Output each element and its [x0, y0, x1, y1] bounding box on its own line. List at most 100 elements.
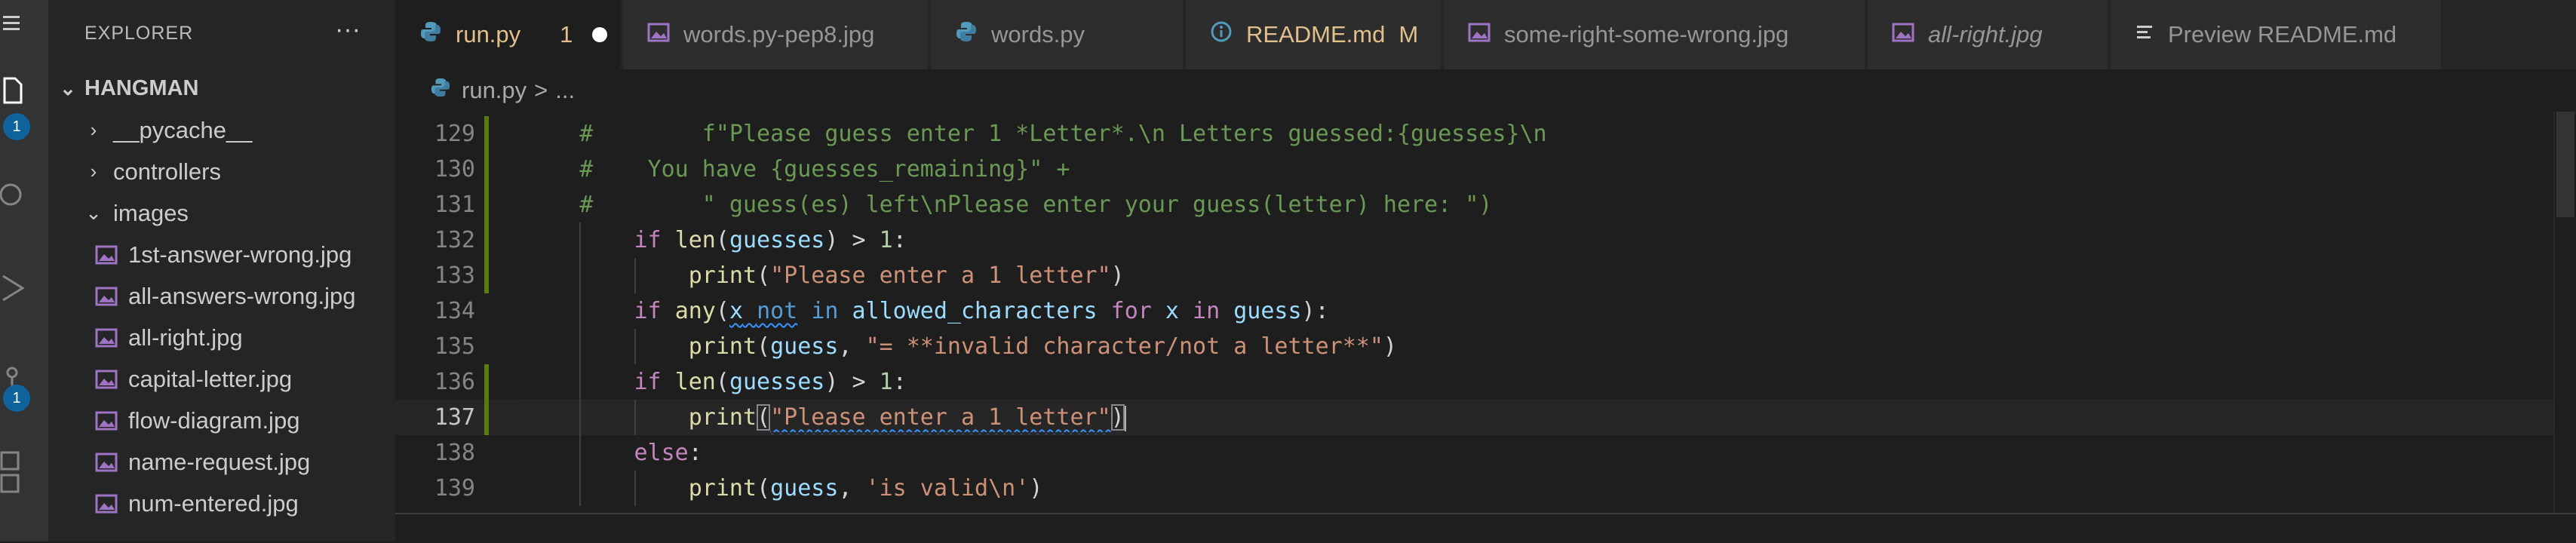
tab-label: words.py-pep8.jpg: [683, 21, 875, 48]
folder-controllers[interactable]: › controllers: [48, 151, 395, 192]
file-num-entered[interactable]: num-entered.jpg: [48, 483, 395, 524]
code-token: "Please enter a 1 letter": [770, 262, 1111, 289]
file-1st-answer-wrong[interactable]: 1st-answer-wrong.jpg: [48, 234, 395, 275]
tab-run-py[interactable]: run.py 1: [395, 0, 622, 69]
code-token: if: [634, 369, 662, 395]
code-token: "= **invalid character/not a letter**": [865, 333, 1383, 360]
code-token: else: [634, 440, 689, 466]
image-file-icon: [95, 287, 118, 305]
code-token: if: [634, 298, 662, 324]
tab-label: all-right.jpg: [1928, 21, 2043, 48]
tab-label: README.md: [1246, 21, 1386, 48]
menu-icon[interactable]: [0, 11, 26, 36]
preview-icon: [2135, 21, 2154, 48]
tree-item-label: controllers: [113, 158, 221, 185]
image-file-icon: [95, 370, 118, 388]
tab-words-py[interactable]: words.py: [931, 0, 1184, 69]
code-token: # You have {guesses_remaining}" +: [525, 156, 1070, 183]
scrollbar-thumb[interactable]: [2556, 112, 2574, 217]
chevron-right-icon: ›: [90, 118, 97, 141]
breadcrumb-file[interactable]: run.py: [462, 77, 527, 104]
code-line[interactable]: 131 # " guess(es) left\nPlease enter you…: [395, 187, 2576, 222]
breadcrumb-separator: >: [534, 77, 548, 103]
code-line[interactable]: 129 # f"Please guess enter 1 *Letter*.\n…: [395, 116, 2576, 152]
folder-hangman[interactable]: ⌄ HANGMAN: [48, 68, 395, 109]
image-icon: [647, 21, 670, 48]
code-token: for: [1110, 298, 1152, 324]
folder-images[interactable]: ⌄ images: [48, 192, 395, 234]
bottom-panel: [395, 513, 2576, 543]
file-name-request[interactable]: name-request.jpg: [48, 441, 395, 483]
git-modified-indicator: M: [1399, 21, 1419, 48]
unsaved-dot-icon[interactable]: [592, 27, 608, 42]
tab-all-right-jpg-preview[interactable]: all-right.jpg: [1868, 0, 2109, 69]
code-line[interactable]: 138 else:: [395, 435, 2576, 471]
line-number: 134: [434, 298, 475, 324]
code-token: guess: [1233, 298, 1302, 324]
tab-preview-readme[interactable]: Preview README.md: [2111, 0, 2442, 69]
code-token: (: [757, 404, 771, 431]
code-line[interactable]: 130 # You have {guesses_remaining}" +: [395, 152, 2576, 187]
editor-scrollbar[interactable]: [2553, 112, 2576, 513]
explorer-icon[interactable]: [0, 75, 26, 109]
run-debug-icon[interactable]: [0, 272, 26, 305]
explorer-badge: 1: [3, 113, 30, 140]
code-editor[interactable]: 129 # f"Please guess enter 1 *Letter*.\n…: [395, 112, 2576, 513]
file-flow-diagram[interactable]: flow-diagram.jpg: [48, 400, 395, 441]
code-token: "Please enter a 1 letter": [770, 404, 1111, 431]
breadcrumb-symbols[interactable]: ...: [555, 77, 575, 104]
image-file-icon: [95, 411, 118, 430]
line-number: 137: [434, 404, 475, 431]
code-text: # You have {guesses_remaining}" +: [525, 152, 1070, 187]
python-icon: [419, 20, 442, 49]
code-line[interactable]: 135 print(guess, "= **invalid character/…: [395, 329, 2576, 364]
git-added-gutter-mark: [484, 364, 489, 400]
tree-item-label: all-answers-wrong.jpg: [128, 282, 356, 309]
code-token: (: [715, 369, 729, 395]
code-token: print: [688, 475, 757, 502]
tab-some-right-some-wrong-jpg[interactable]: some-right-some-wrong.jpg: [1444, 0, 1866, 69]
folder-pycache[interactable]: › __pycache__: [48, 109, 395, 151]
more-actions-icon[interactable]: ···: [335, 15, 361, 44]
code-line[interactable]: 136 if len(guesses) > 1:: [395, 364, 2576, 400]
file-capital-letter[interactable]: capital-letter.jpg: [48, 358, 395, 400]
breadcrumb: run.py > ...: [395, 69, 2576, 112]
problem-count: 1: [560, 21, 573, 48]
extensions-icon[interactable]: [0, 449, 26, 495]
code-token: len: [674, 227, 716, 253]
code-token: ) >: [824, 369, 880, 395]
file-all-right[interactable]: all-right.jpg: [48, 317, 395, 358]
git-added-gutter-mark: [484, 116, 489, 152]
code-text: if len(guesses) > 1:: [525, 222, 907, 258]
tree-item-label: 1st-answer-wrong.jpg: [128, 241, 352, 268]
search-icon[interactable]: [0, 178, 26, 211]
indent-guide: [634, 329, 636, 364]
tab-label: Preview README.md: [2168, 21, 2397, 48]
code-line[interactable]: 132 if len(guesses) > 1:: [395, 222, 2576, 258]
tab-label: run.py: [456, 21, 521, 48]
code-token: ,: [838, 333, 866, 360]
code-token: # " guess(es) left\nPlease enter your gu…: [525, 192, 1493, 218]
tree-item-label: flow-diagram.jpg: [128, 406, 300, 434]
image-file-icon: [95, 245, 118, 264]
tab-readme-md[interactable]: README.md M: [1186, 0, 1442, 69]
code-token: # f"Please guess enter 1 *Letter*.\n Let…: [525, 121, 1547, 147]
code-line[interactable]: 139 print(guess, 'is valid\n'): [395, 471, 2576, 506]
code-line[interactable]: 137 print("Please enter a 1 letter"): [395, 400, 2576, 435]
git-added-gutter-mark: [484, 400, 489, 435]
code-line[interactable]: 133 print("Please enter a 1 letter"): [395, 258, 2576, 293]
code-token: (: [757, 333, 771, 360]
code-token: (: [715, 298, 729, 324]
file-all-answers-wrong[interactable]: all-answers-wrong.jpg: [48, 275, 395, 317]
code-text: print(guess, "= **invalid character/not …: [525, 329, 1397, 364]
tab-words-pep8-jpg[interactable]: words.py-pep8.jpg: [623, 0, 929, 69]
root-folder-label: HANGMAN: [84, 76, 199, 100]
code-line[interactable]: 134 if any(x not in allowed_characters f…: [395, 293, 2576, 329]
code-token: 1: [879, 227, 893, 253]
